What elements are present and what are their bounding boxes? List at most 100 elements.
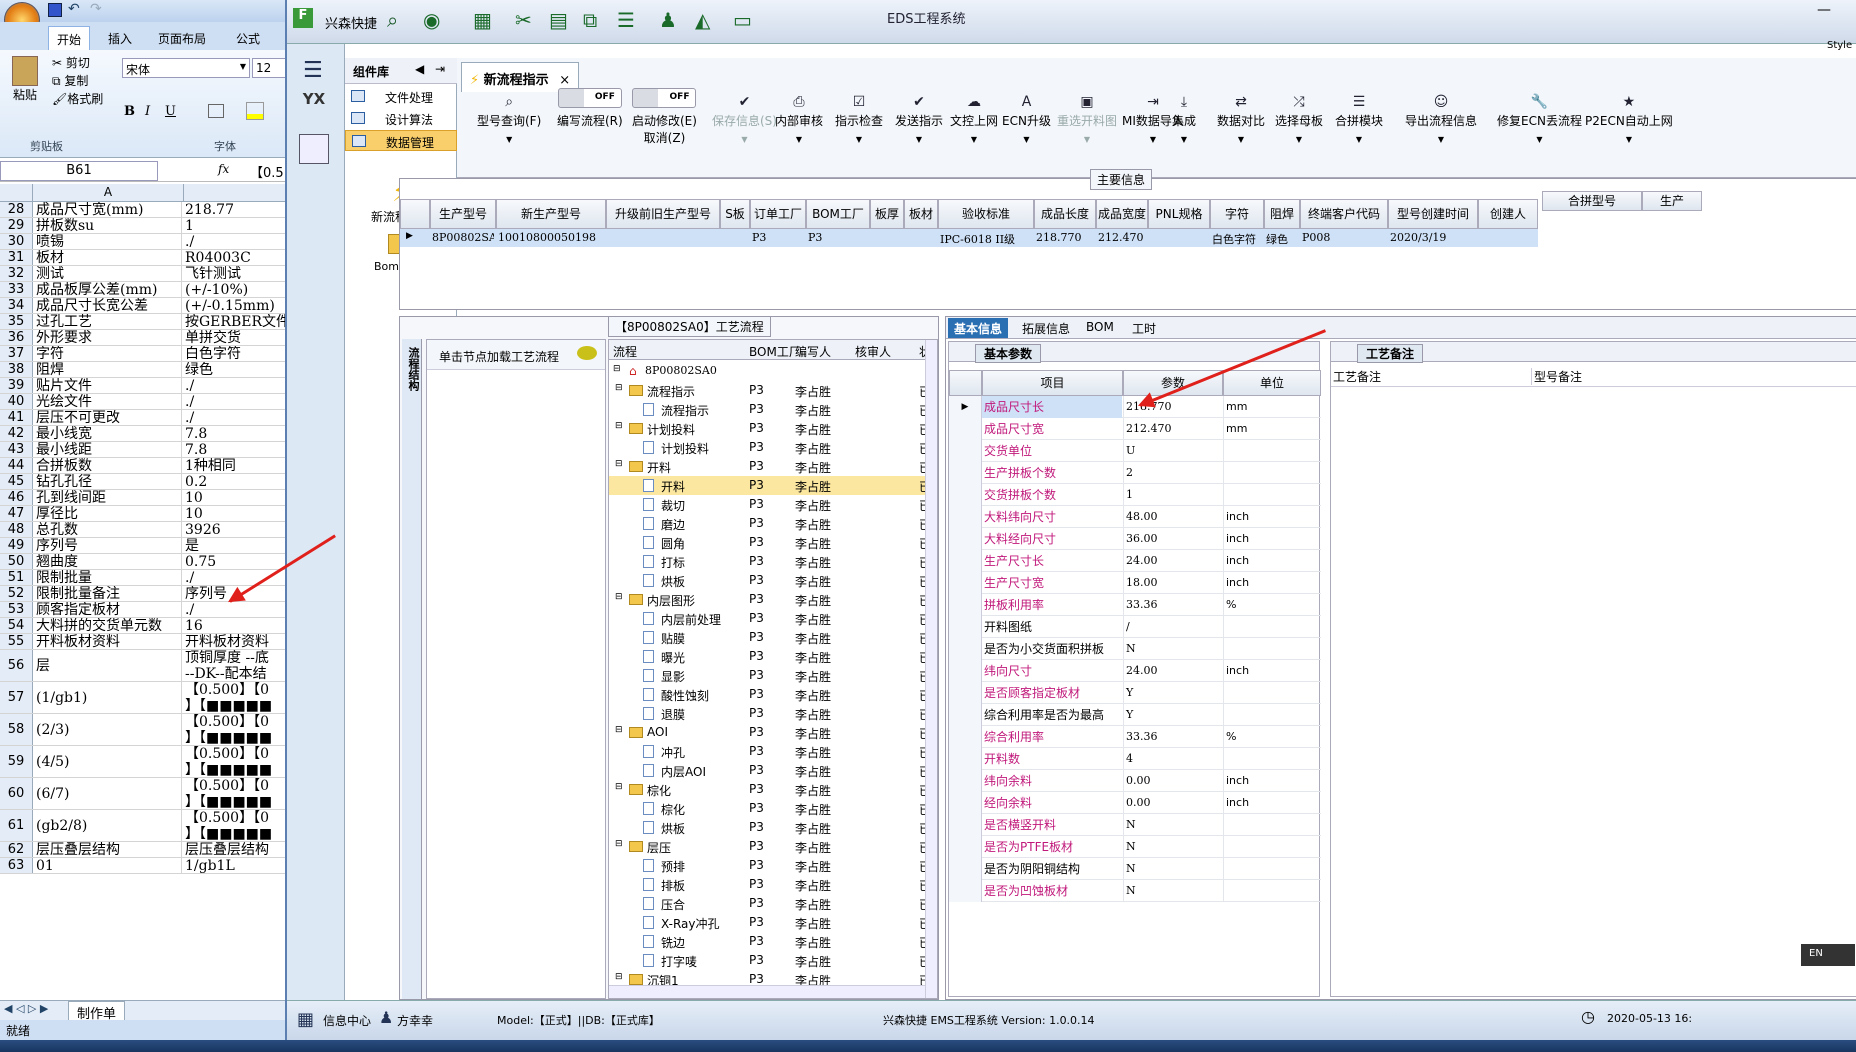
tree-row[interactable]: 计划投料P3李占胜已编写	[609, 438, 937, 457]
param-value[interactable]: N	[1123, 880, 1223, 902]
cell-a[interactable]: 序列号	[34, 538, 182, 553]
horizontal-scrollbar[interactable]	[609, 985, 925, 998]
copy-button[interactable]: ⧉ 复制	[52, 72, 88, 89]
param-value[interactable]: 2	[1123, 462, 1223, 484]
cell-a[interactable]: 厚径比	[34, 506, 182, 521]
chevron-down-icon[interactable]: ▼	[775, 135, 823, 144]
language-indicator[interactable]: EN	[1801, 944, 1855, 966]
main-info-column[interactable]: 成品长度	[1034, 199, 1096, 229]
cell-a[interactable]: 拼板数su	[34, 218, 182, 233]
row-number[interactable]: 32	[0, 266, 33, 281]
param-row[interactable]: 综合利用率是否为最高 Y	[949, 704, 1321, 726]
tree-row[interactable]: 打字唛P3李占胜已编写	[609, 951, 937, 970]
expand-icon[interactable]: ⊟	[615, 383, 623, 393]
params-column[interactable]: 单位	[1223, 370, 1321, 396]
tree-row[interactable]: ⊟开料P3李占胜已编写	[609, 457, 937, 476]
tree-row[interactable]: 内层AOIP3李占胜已编写	[609, 761, 937, 780]
cell-b[interactable]: 顶铜厚度 --底 --DK--配本结	[183, 650, 290, 681]
cell-a[interactable]: 测试	[34, 266, 182, 281]
param-row[interactable]: 开料数 4	[949, 748, 1321, 770]
bold-button[interactable]: B	[124, 104, 135, 119]
undo-icon[interactable]: ↶	[68, 1, 80, 17]
cell-b[interactable]: 0.75	[183, 554, 290, 569]
main-info-extra-column[interactable]: 合拼型号	[1542, 191, 1642, 211]
tree-row[interactable]: 烘板P3李占胜已编写	[609, 818, 937, 837]
scissors-icon[interactable]: ✂	[515, 8, 532, 32]
params-column[interactable]: 项目	[982, 370, 1123, 396]
row-number[interactable]: 33	[0, 282, 33, 297]
calculator-icon[interactable]	[299, 134, 329, 164]
row-number[interactable]: 61	[0, 810, 33, 841]
expand-icon[interactable]: ⊟	[615, 782, 623, 792]
cell-a[interactable]: 翘曲度	[34, 554, 182, 569]
name-box[interactable]: B61	[0, 161, 158, 181]
yx-logo[interactable]: YX	[297, 90, 331, 124]
cell-b[interactable]: 层压叠层结构	[183, 842, 290, 857]
row-number[interactable]: 59	[0, 746, 33, 777]
cell-a[interactable]: 钻孔孔径	[34, 474, 182, 489]
chevron-down-icon[interactable]: ▼	[895, 135, 943, 144]
main-info-extra-column[interactable]: 生产	[1642, 191, 1702, 211]
cell-b[interactable]: 【0.500】【0 】【■■■■■	[183, 810, 290, 841]
tree-row[interactable]: ⊟层压P3李占胜已编写	[609, 837, 937, 856]
cell-a[interactable]: 贴片文件	[34, 378, 182, 393]
tree-row[interactable]: 磨边P3李占胜已编写	[609, 514, 937, 533]
row-number[interactable]: 57	[0, 682, 33, 713]
toolbar-button[interactable]: ⎙ 内部审核 ▼	[775, 94, 823, 144]
tab-home[interactable]: 开始	[48, 26, 91, 50]
toolbar-button[interactable]: 🔧 修复ECN丢流程 ▼	[1497, 94, 1582, 144]
param-value[interactable]: 24.00	[1123, 660, 1223, 682]
cell-b[interactable]: 白色字符	[183, 346, 290, 361]
row-number[interactable]: 34	[0, 298, 33, 313]
tree-row[interactable]: 铣边P3李占胜已编写	[609, 932, 937, 951]
row-number[interactable]: 45	[0, 474, 33, 489]
cell-a[interactable]: 喷锡	[34, 234, 182, 249]
row-number[interactable]: 37	[0, 346, 33, 361]
param-row[interactable]: 生产尺寸宽 18.00 inch	[949, 572, 1321, 594]
cell-a[interactable]: 限制批量备注	[34, 586, 182, 601]
collapse-left-icon[interactable]: ◀	[415, 62, 424, 76]
cell-b[interactable]: ./	[183, 394, 290, 409]
param-row[interactable]: 交货单位 U	[949, 440, 1321, 462]
chevron-down-icon[interactable]: ▼	[1405, 135, 1477, 144]
cell-b[interactable]: ./	[183, 410, 290, 425]
param-value[interactable]: 4	[1123, 748, 1223, 770]
fill-color-button[interactable]	[246, 102, 264, 120]
cell-b[interactable]: 【0.500】【0 】【■■■■■	[183, 746, 290, 777]
cell-a[interactable]: 限制批量	[34, 570, 182, 585]
chevron-down-icon[interactable]: ▼	[1057, 135, 1117, 144]
expand-icon[interactable]: ⊟	[615, 725, 623, 735]
row-number[interactable]: 29	[0, 218, 33, 233]
main-info-cell[interactable]: 白色字符	[1212, 231, 1262, 247]
tree-row[interactable]: 流程指示P3李占胜已编写	[609, 400, 937, 419]
tree-row[interactable]: 显影P3李占胜已编写	[609, 666, 937, 685]
param-row[interactable]: 纬向尺寸 24.00 inch	[949, 660, 1321, 682]
fx-icon[interactable]: fx	[218, 162, 229, 176]
users-icon[interactable]: ♟	[659, 8, 677, 32]
info-center-label[interactable]: 信息中心	[323, 1012, 371, 1029]
param-row[interactable]: 纬向余料 0.00 inch	[949, 770, 1321, 792]
param-value[interactable]: U	[1123, 440, 1223, 462]
param-row[interactable]: 大料经向尺寸 36.00 inch	[949, 528, 1321, 550]
component-item[interactable]: 文件处理	[345, 86, 457, 107]
detail-tab[interactable]: 工时	[1126, 318, 1162, 338]
param-value[interactable]: 33.36	[1123, 594, 1223, 616]
tree-row[interactable]: 内层前处理P3李占胜已编写	[609, 609, 937, 628]
cell-b[interactable]: 飞针测试	[183, 266, 290, 281]
row-number[interactable]: 28	[0, 202, 33, 217]
toolbar-button[interactable]: ⇄ 数据对比 ▼	[1217, 94, 1265, 144]
row-number[interactable]: 46	[0, 490, 33, 505]
toolbar-button[interactable]: ⤓ 集成 ▼	[1172, 94, 1196, 144]
row-number[interactable]: 60	[0, 778, 33, 809]
chevron-down-icon[interactable]: ▼	[835, 135, 883, 144]
param-value[interactable]: /	[1123, 616, 1223, 638]
param-row[interactable]: 大料纬向尺寸 48.00 inch	[949, 506, 1321, 528]
list-icon[interactable]: ☰	[617, 8, 635, 32]
tree-row[interactable]: ⊟棕化P3李占胜已编写	[609, 780, 937, 799]
italic-button[interactable]: I	[145, 104, 150, 119]
toolbar-button[interactable]: ★ P2ECN自动上网 ▼	[1585, 94, 1673, 144]
hamburger-menu-icon[interactable]: ☰	[303, 58, 323, 83]
copy-icon[interactable]: ⧉	[583, 8, 597, 32]
param-value[interactable]: 0.00	[1123, 770, 1223, 792]
hint-row[interactable]: 单击节点加载工艺流程	[427, 340, 605, 370]
